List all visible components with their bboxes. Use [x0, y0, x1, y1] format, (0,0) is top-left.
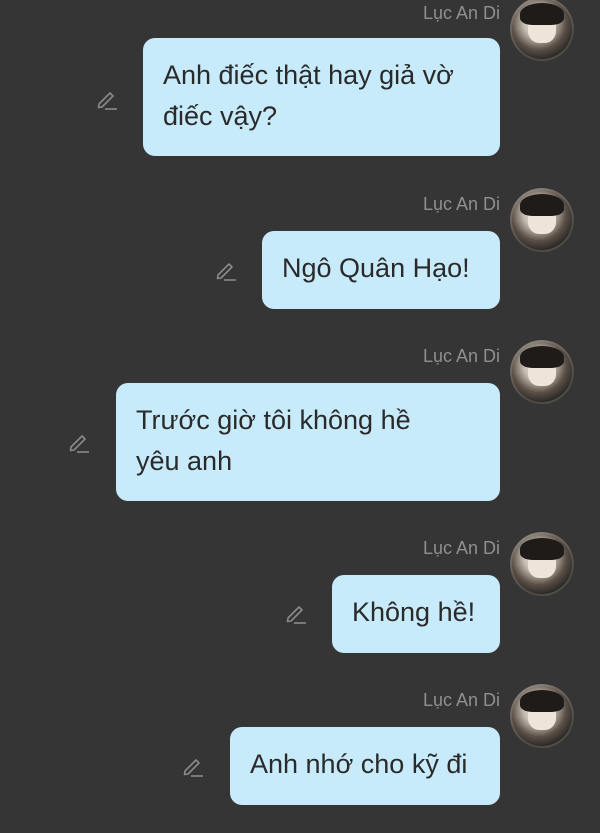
message-bubble[interactable]: Trước giờ tôi không hề yêu anh	[116, 383, 500, 501]
pencil-edit-icon[interactable]	[95, 87, 119, 111]
message-bubble[interactable]: Không hề!	[332, 575, 500, 653]
pencil-edit-icon[interactable]	[214, 258, 238, 282]
message-line: Trước giờ tôi không hề	[136, 405, 411, 435]
pencil-edit-icon[interactable]	[284, 601, 308, 625]
message-line: Không hề!	[352, 597, 476, 627]
sender-name: Lục An Di	[422, 194, 500, 214]
sender-avatar[interactable]	[510, 188, 574, 252]
sender-avatar[interactable]	[510, 0, 574, 61]
sender-name: Lục An Di	[422, 538, 500, 558]
sender-avatar[interactable]	[510, 340, 574, 404]
message-line: điếc vậy?	[163, 101, 278, 131]
message-bubble[interactable]: Anh điếc thật hay giả vờ điếc vậy?	[143, 38, 500, 156]
sender-avatar[interactable]	[510, 684, 574, 748]
sender-name: Lục An Di	[422, 3, 500, 23]
message-bubble[interactable]: Ngô Quân Hạo!	[262, 231, 500, 309]
pencil-edit-icon[interactable]	[67, 430, 91, 454]
message-line: Anh nhớ cho kỹ đi	[250, 749, 468, 779]
message-line: Anh điếc thật hay giả vờ	[163, 60, 454, 90]
sender-name: Lục An Di	[422, 346, 500, 366]
message-line: yêu anh	[136, 446, 233, 476]
sender-name: Lục An Di	[422, 690, 500, 710]
pencil-edit-icon[interactable]	[181, 754, 205, 778]
message-bubble[interactable]: Anh nhớ cho kỹ đi	[230, 727, 500, 805]
message-line: Ngô Quân Hạo!	[282, 253, 470, 283]
sender-avatar[interactable]	[510, 532, 574, 596]
